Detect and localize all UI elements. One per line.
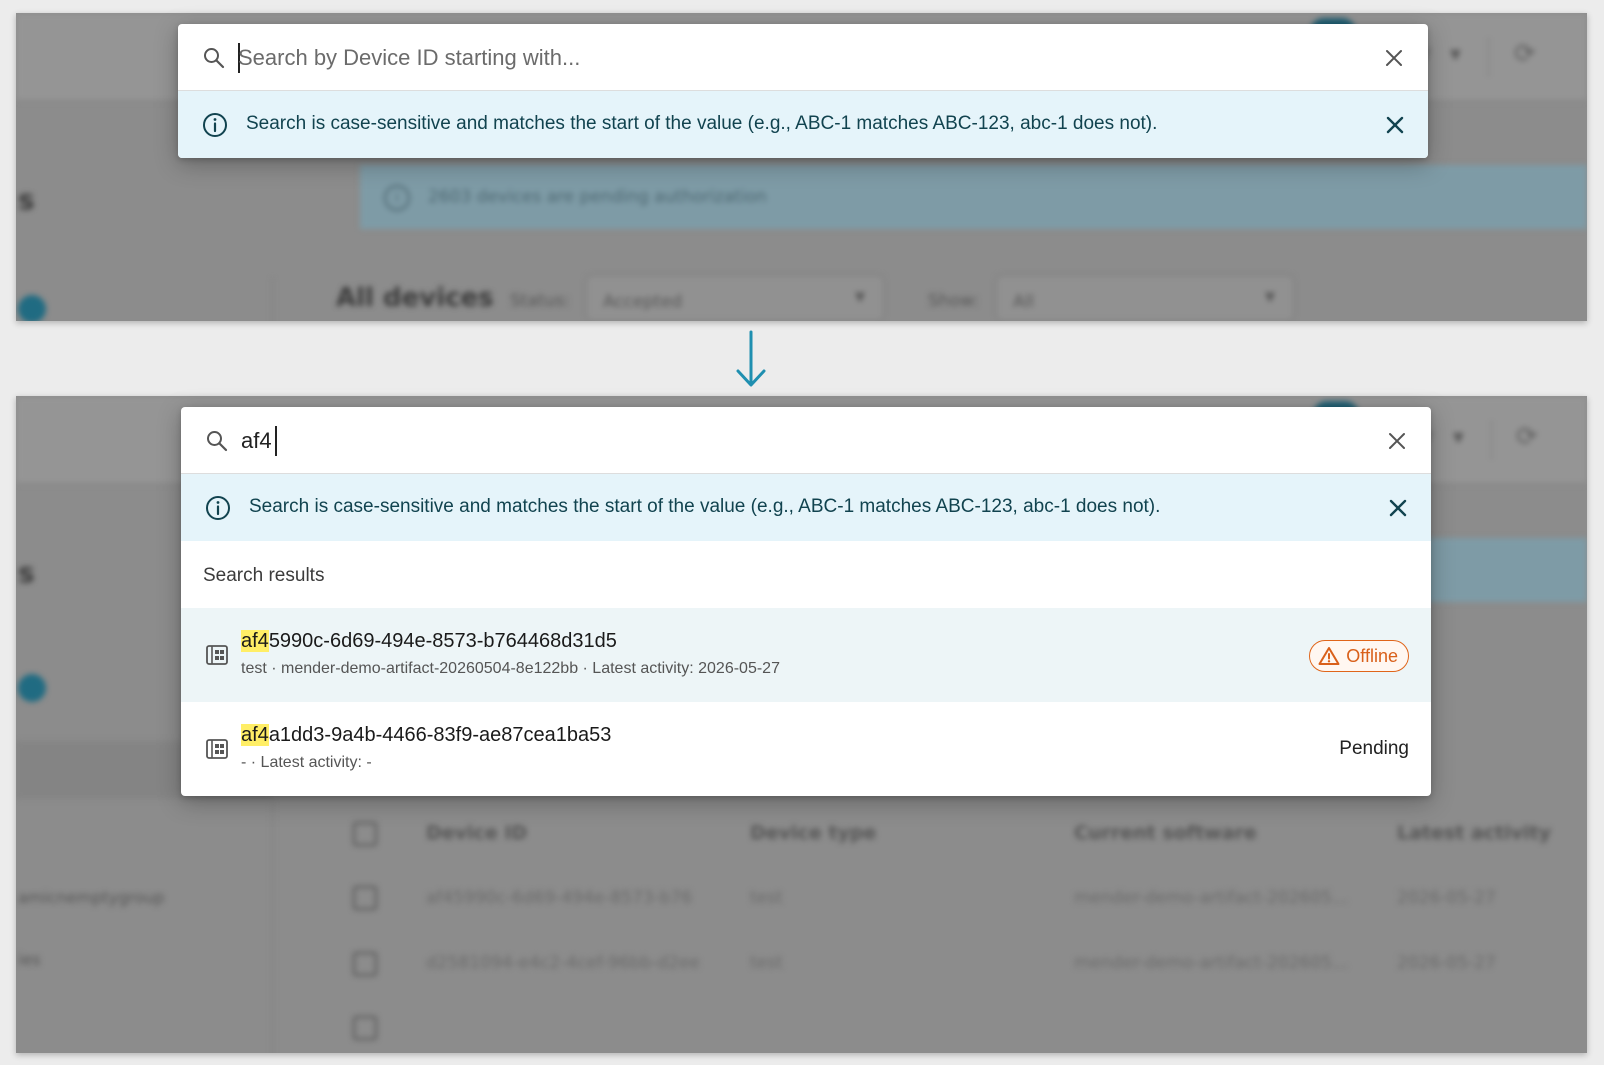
help-icon <box>18 674 46 702</box>
text-caret <box>275 426 277 456</box>
device-icon <box>206 645 228 665</box>
search-results-title: Search results <box>203 565 325 586</box>
table-cell: mender-demo-artifact-202605... <box>1074 888 1349 908</box>
search-input[interactable] <box>241 421 1341 461</box>
result-device-id: af45990c-6d69-494e-8573-b764468d31d5 <box>241 630 617 653</box>
column-latest-activity: Latest activity <box>1397 822 1551 844</box>
search-info-banner: Search is case-sensitive and matches the… <box>178 91 1428 158</box>
close-icon <box>1389 433 1405 449</box>
sidebar-title-fragment: s <box>18 556 35 589</box>
info-icon: i <box>384 185 410 211</box>
result-device-id: af4a1dd3-9a4b-4466-83f9-ae87cea1ba53 <box>241 724 611 747</box>
match-highlight: af4 <box>241 724 269 746</box>
show-filter-select: All ▼ <box>996 275 1294 321</box>
refresh-icon: ⟳ <box>1516 422 1538 452</box>
sidebar-divider <box>272 799 273 1053</box>
search-bar <box>181 407 1431 474</box>
pending-banner: i 2603 devices are pending authorization <box>360 165 1587 229</box>
status-text: Offline <box>1346 645 1398 666</box>
device-search-dialog-before: Search is case-sensitive and matches the… <box>178 24 1428 158</box>
table-cell: mender-demo-artifact-202605... <box>1074 953 1349 973</box>
device-icon <box>206 739 228 759</box>
search-info-banner: Search is case-sensitive and matches the… <box>181 474 1431 541</box>
row-checkbox <box>353 952 377 976</box>
sidebar-title-fragment: s <box>18 183 35 216</box>
refresh-icon: ⟳ <box>1514 39 1536 69</box>
search-input[interactable] <box>238 38 1338 78</box>
dismiss-info-button[interactable] <box>1385 495 1411 521</box>
search-result-item[interactable]: af45990c-6d69-494e-8573-b764468d31d5 tes… <box>181 608 1431 702</box>
chevron-down-icon: ▼ <box>1450 47 1461 63</box>
search-bar <box>178 24 1428 91</box>
search-result-item[interactable]: af4a1dd3-9a4b-4466-83f9-ae87cea1ba53 - ·… <box>181 702 1431 796</box>
info-icon <box>206 496 230 520</box>
close-icon <box>1386 50 1402 66</box>
status-filter-select: Accepted ▼ <box>586 275 884 321</box>
close-icon <box>1389 499 1407 517</box>
table-cell: test <box>750 888 783 908</box>
row-checkbox <box>353 1016 377 1040</box>
header-divider <box>1488 37 1489 77</box>
dismiss-info-button[interactable] <box>1382 112 1408 138</box>
warning-icon <box>1318 647 1340 665</box>
column-current-software: Current software <box>1074 822 1257 844</box>
table-cell: test <box>750 953 783 973</box>
arrow-down-icon <box>736 330 766 387</box>
status-text: Pending <box>1339 738 1409 759</box>
search-info-text: Search is case-sensitive and matches the… <box>246 113 1158 134</box>
table-cell: 2026-05-27 <box>1397 953 1496 973</box>
status-badge: Offline <box>1309 640 1409 672</box>
column-device-id: Device ID <box>426 822 528 844</box>
select-all-checkbox <box>353 822 377 846</box>
table-cell: af45990c-6d69-494e-8573-b76 <box>426 888 693 908</box>
chevron-down-icon: ▼ <box>1453 430 1464 446</box>
search-icon <box>207 431 228 452</box>
search-info-text: Search is case-sensitive and matches the… <box>249 496 1161 517</box>
row-checkbox <box>353 886 377 910</box>
table-cell: 2026-05-27 <box>1397 888 1496 908</box>
result-id-rest: 5990c-6d69-494e-8573-b764468d31d5 <box>268 630 617 652</box>
status-filter-label: Status: <box>510 291 570 311</box>
device-search-dialog-after: Search is case-sensitive and matches the… <box>181 407 1431 796</box>
sidebar-item-group: amicnemptygroup <box>18 888 165 907</box>
sidebar-divider <box>272 278 273 321</box>
clear-search-button[interactable] <box>1383 427 1411 455</box>
result-id-rest: a1dd3-9a4b-4466-83f9-ae87cea1ba53 <box>268 724 612 746</box>
sidebar-item: ies <box>18 950 41 969</box>
header-divider <box>1491 420 1492 460</box>
pending-text: 2603 devices are pending authorization <box>428 187 767 207</box>
result-meta: - · Latest activity: - <box>241 754 372 771</box>
match-highlight: af4 <box>241 630 269 652</box>
column-device-type: Device type <box>750 822 877 844</box>
help-icon <box>18 295 46 321</box>
all-devices-title: All devices <box>336 283 494 313</box>
info-icon <box>203 113 227 137</box>
close-icon <box>1386 116 1404 134</box>
show-filter-label: Show: <box>928 291 979 311</box>
clear-search-button[interactable] <box>1380 44 1408 72</box>
search-icon <box>204 48 225 69</box>
table-cell: d2581094-e4c2-4cef-96bb-d2ee <box>426 953 700 973</box>
result-meta: test · mender-demo-artifact-20260504-8e1… <box>241 660 780 677</box>
